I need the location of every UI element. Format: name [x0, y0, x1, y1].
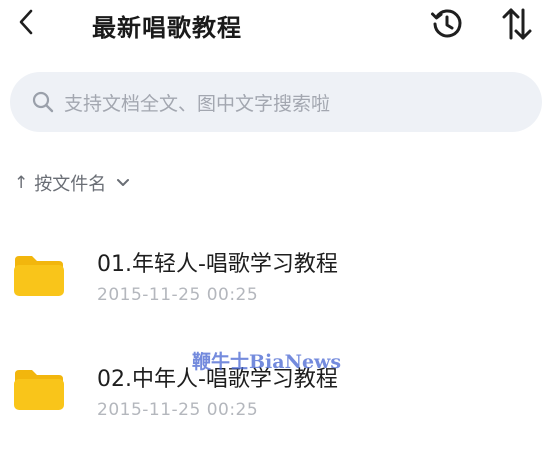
top-bar: 最新唱歌教程 [0, 0, 549, 56]
history-clock-icon [431, 9, 462, 38]
sort-order-button[interactable] [497, 6, 537, 42]
list-item[interactable]: 01.年轻人-唱歌学习教程 2015-11-25 00:25 [0, 230, 549, 320]
sort-arrow: ↑ [14, 173, 29, 193]
search-input[interactable]: 支持文档全文、图中文字搜索啦 [10, 72, 542, 132]
folder-icon [14, 370, 64, 410]
file-name: 01.年轻人-唱歌学习教程 [97, 252, 338, 277]
page-title: 最新唱歌教程 [92, 14, 242, 42]
folder-icon [14, 256, 64, 296]
file-name: 02.中年人-唱歌学习教程 [97, 367, 338, 392]
search-icon [30, 89, 56, 115]
sort-label: 按文件名 [34, 174, 107, 195]
sort-by-name-dropdown[interactable]: ↑ 按文件名 [14, 170, 130, 196]
sort-up-down-icon [502, 8, 532, 40]
search-placeholder: 支持文档全文、图中文字搜索啦 [64, 92, 331, 115]
list-item[interactable]: 02.中年人-唱歌学习教程 2015-11-25 00:25 [0, 344, 549, 434]
back-button[interactable] [12, 6, 40, 38]
file-date: 2015-11-25 00:25 [97, 285, 259, 305]
file-date: 2015-11-25 00:25 [97, 400, 259, 420]
chevron-down-icon [116, 178, 130, 188]
chevron-left-icon [19, 9, 33, 35]
history-button[interactable] [427, 6, 467, 42]
